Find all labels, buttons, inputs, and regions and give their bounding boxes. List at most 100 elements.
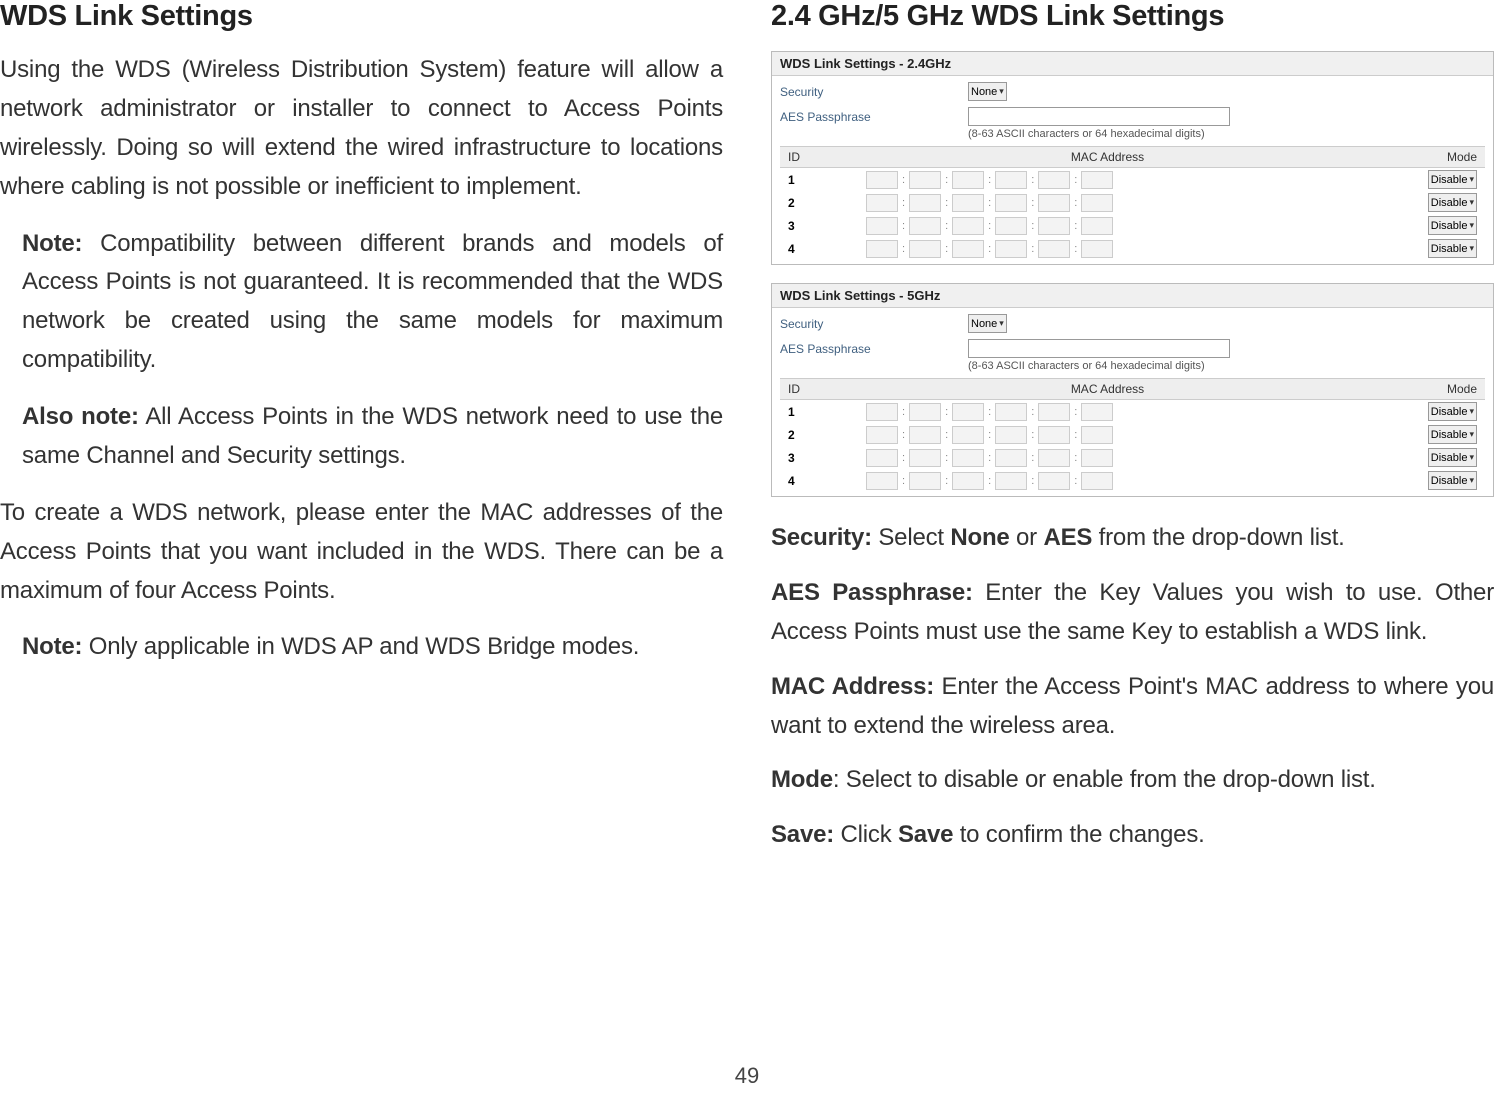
row-id: 4 (780, 237, 822, 260)
mac-octet-input[interactable] (866, 194, 898, 212)
table-row: 3 : : : : : Disable (780, 446, 1485, 469)
col-mode: Mode (1393, 379, 1485, 400)
mode-select[interactable]: Disable (1428, 239, 1477, 258)
mode-select[interactable]: Disable (1428, 170, 1477, 189)
security-label: Security (780, 85, 960, 99)
row-id: 1 (780, 168, 822, 192)
note-1-body: Compatibility between different brands a… (22, 230, 723, 374)
desc-security-tail: from the drop-down list. (1092, 524, 1344, 551)
col-mac: MAC Address (822, 147, 1393, 168)
mac-octet-input[interactable] (952, 426, 984, 444)
mac-octet-input[interactable] (1081, 217, 1113, 235)
mac-octet-input[interactable] (952, 194, 984, 212)
mac-octet-input[interactable] (1038, 171, 1070, 189)
table-row: 1 : : : : : Disable (780, 168, 1485, 192)
security-label: Security (780, 317, 960, 331)
table-row: 3 : : : : : Disable (780, 214, 1485, 237)
mac-octet-input[interactable] (866, 171, 898, 189)
desc-save-label: Save: (771, 821, 834, 848)
desc-save: Save: Click Save to confirm the changes. (771, 816, 1494, 855)
security-select[interactable]: None (968, 314, 1007, 333)
mac-octet-input[interactable] (952, 217, 984, 235)
mac-octet-input[interactable] (866, 426, 898, 444)
mac-octet-input[interactable] (995, 171, 1027, 189)
mac-octet-input[interactable] (1038, 472, 1070, 490)
desc-security-body1: Select (872, 524, 950, 551)
mac-octet-input[interactable] (1038, 403, 1070, 421)
field-descriptions: Security: Select None or AES from the dr… (771, 519, 1494, 855)
wds-panel-24ghz: WDS Link Settings - 2.4GHz Security None… (771, 51, 1494, 265)
mac-octet-input[interactable] (1038, 449, 1070, 467)
mac-octet-input[interactable] (1038, 240, 1070, 258)
mac-octet-input[interactable] (952, 403, 984, 421)
mode-select[interactable]: Disable (1428, 402, 1477, 421)
left-heading: WDS Link Settings (0, 0, 723, 33)
mac-octet-input[interactable] (1081, 403, 1113, 421)
mode-select[interactable]: Disable (1428, 193, 1477, 212)
mode-select[interactable]: Disable (1428, 425, 1477, 444)
mac-octet-input[interactable] (909, 426, 941, 444)
desc-security-opt-aes: AES (1043, 524, 1092, 551)
mac-input-group: : : : : : (826, 240, 1389, 258)
mode-select[interactable]: Disable (1428, 471, 1477, 490)
mac-octet-input[interactable] (1081, 171, 1113, 189)
aes-passphrase-input[interactable] (968, 107, 1230, 126)
mac-octet-input[interactable] (995, 426, 1027, 444)
mac-octet-input[interactable] (866, 449, 898, 467)
mac-octet-input[interactable] (866, 217, 898, 235)
mac-octet-input[interactable] (995, 194, 1027, 212)
mac-octet-input[interactable] (909, 472, 941, 490)
mac-octet-input[interactable] (995, 449, 1027, 467)
mac-octet-input[interactable] (995, 403, 1027, 421)
col-mac: MAC Address (822, 379, 1393, 400)
panel-title-24ghz: WDS Link Settings - 2.4GHz (772, 52, 1493, 76)
mac-octet-input[interactable] (1038, 426, 1070, 444)
mac-octet-input[interactable] (1081, 449, 1113, 467)
mac-octet-input[interactable] (995, 217, 1027, 235)
mac-octet-input[interactable] (909, 449, 941, 467)
note-3-body: Only applicable in WDS AP and WDS Bridge… (82, 633, 639, 660)
mac-octet-input[interactable] (1081, 426, 1113, 444)
table-row: 2 : : : : : Disable (780, 191, 1485, 214)
mac-octet-input[interactable] (909, 403, 941, 421)
mode-select[interactable]: Disable (1428, 216, 1477, 235)
mac-octet-input[interactable] (952, 240, 984, 258)
mac-octet-input[interactable] (866, 240, 898, 258)
mac-octet-input[interactable] (866, 472, 898, 490)
mac-octet-input[interactable] (866, 403, 898, 421)
mac-octet-input[interactable] (909, 171, 941, 189)
desc-mac: MAC Address: Enter the Access Point's MA… (771, 668, 1494, 746)
table-row: 4 : : : : : Disable (780, 469, 1485, 492)
intro-paragraph: Using the WDS (Wireless Distribution Sys… (0, 51, 723, 207)
desc-save-body: Click (834, 821, 898, 848)
document-page: WDS Link Settings Using the WDS (Wireles… (0, 0, 1494, 1099)
left-column: WDS Link Settings Using the WDS (Wireles… (0, 0, 723, 871)
mac-octet-input[interactable] (995, 240, 1027, 258)
page-number: 49 (735, 1063, 759, 1089)
mac-octet-input[interactable] (952, 449, 984, 467)
mac-octet-input[interactable] (952, 472, 984, 490)
mode-select[interactable]: Disable (1428, 448, 1477, 467)
mac-octet-input[interactable] (1081, 240, 1113, 258)
row-id: 2 (780, 423, 822, 446)
mac-octet-input[interactable] (909, 194, 941, 212)
right-column: 2.4 GHz/5 GHz WDS Link Settings WDS Link… (771, 0, 1494, 871)
mac-octet-input[interactable] (1081, 472, 1113, 490)
aes-passphrase-label: AES Passphrase (780, 110, 960, 124)
col-id: ID (780, 147, 822, 168)
mac-octet-input[interactable] (1038, 217, 1070, 235)
mac-input-group: : : : : : (826, 217, 1389, 235)
mac-octet-input[interactable] (1038, 194, 1070, 212)
mac-octet-input[interactable] (1081, 194, 1113, 212)
note-3: Note: Only applicable in WDS AP and WDS … (22, 628, 723, 667)
mac-octet-input[interactable] (995, 472, 1027, 490)
note-1-label: Note: (22, 230, 82, 257)
mac-octet-input[interactable] (909, 217, 941, 235)
row-id: 3 (780, 214, 822, 237)
row-id: 1 (780, 400, 822, 424)
mac-octet-input[interactable] (952, 171, 984, 189)
mac-octet-input[interactable] (909, 240, 941, 258)
security-select[interactable]: None (968, 82, 1007, 101)
aes-passphrase-input[interactable] (968, 339, 1230, 358)
right-heading: 2.4 GHz/5 GHz WDS Link Settings (771, 0, 1494, 33)
